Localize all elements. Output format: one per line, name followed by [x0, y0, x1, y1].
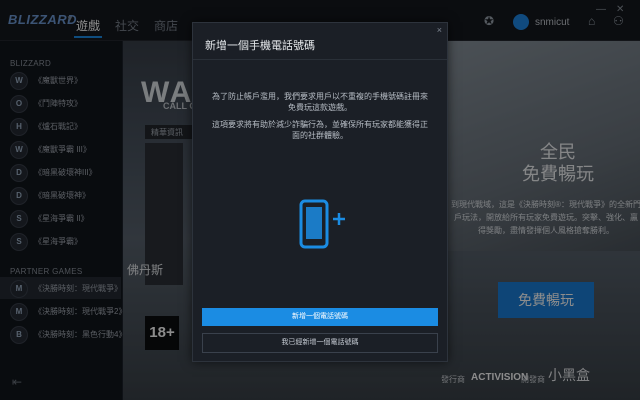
close-icon[interactable]: ×	[437, 25, 442, 35]
add-phone-dialog: × 新增一個手機電話號碼 為了防止帳戶濫用，我們要求用戶以不重複的手機號碼註冊來…	[192, 22, 448, 362]
dialog-title: 新增一個手機電話號碼	[205, 40, 315, 52]
divider	[193, 59, 447, 60]
phone-add-icon	[299, 199, 345, 249]
already-added-phone-button[interactable]: 我已經新增一個電話號碼	[202, 333, 438, 353]
dialog-paragraph: 為了防止帳戶濫用，我們要求用戶以不重複的手機號碼註冊來免費玩這款遊戲。	[212, 92, 428, 112]
add-phone-number-button[interactable]: 新增一個電話號碼	[202, 308, 438, 326]
dialog-paragraph: 這項要求將有助於減少詐騙行為，並確保所有玩家都能獲得正面的社群體驗。	[212, 120, 428, 140]
